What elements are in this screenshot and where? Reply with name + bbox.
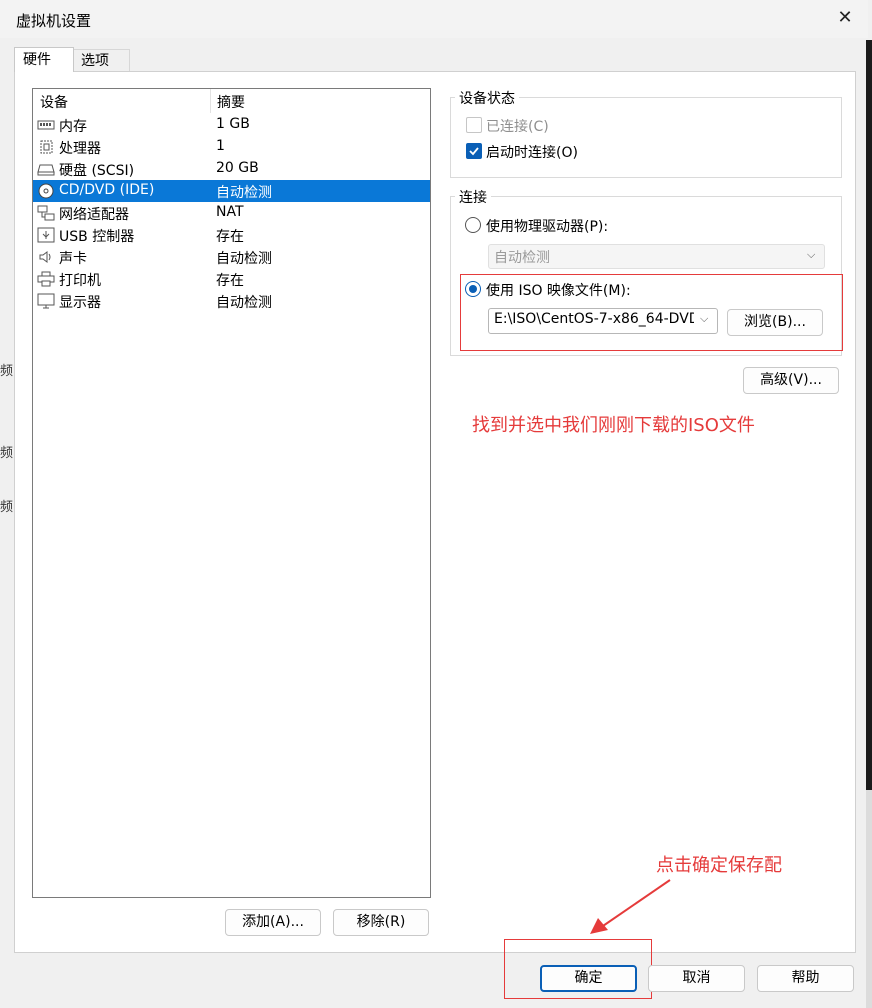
background-text-fragment: 频 — [0, 500, 14, 515]
device-summary: 1 GB — [216, 116, 250, 132]
device-row-usb-controller[interactable]: USB 控制器 存在 — [33, 224, 430, 246]
connection-title: 连接 — [455, 187, 491, 207]
background-window-edge — [866, 40, 872, 790]
column-header-device[interactable]: 设备 — [40, 92, 68, 112]
device-row-printer[interactable]: 打印机 存在 — [33, 268, 430, 290]
device-summary: 自动检测 — [216, 185, 272, 201]
connect-on-start-label: 启动时连接(O) — [486, 145, 578, 161]
check-icon — [469, 147, 479, 156]
background-window-edge-light — [866, 790, 872, 1008]
ok-button[interactable]: 确定 — [540, 965, 637, 992]
device-name: 内存 — [59, 119, 87, 135]
add-device-button[interactable]: 添加(A)... — [225, 909, 321, 936]
tab-hardware[interactable]: 硬件 — [14, 47, 74, 72]
network-adapter-icon — [37, 205, 55, 221]
device-row-hard-disk[interactable]: 硬盘 (SCSI) 20 GB — [33, 158, 430, 180]
annotation-arrow-icon — [590, 879, 671, 934]
device-list[interactable]: 设备 摘要 内存 1 GB 处理器 1 硬盘 (SCSI) 20 GB CD/D… — [32, 88, 431, 898]
device-summary: NAT — [216, 204, 244, 220]
close-icon[interactable]: ✕ — [833, 6, 857, 30]
advanced-button[interactable]: 高级(V)... — [743, 367, 839, 394]
help-button[interactable]: 帮助 — [757, 965, 854, 992]
device-summary: 自动检测 — [216, 251, 272, 267]
device-row-sound-card[interactable]: 声卡 自动检测 — [33, 246, 430, 268]
annotation-text: 找到并选中我们刚刚下载的ISO文件 — [472, 415, 755, 436]
title-bar — [0, 0, 868, 38]
tab-options[interactable]: 选项 — [72, 49, 130, 72]
device-name: 网络适配器 — [59, 207, 129, 223]
physical-drive-select[interactable]: 自动检测 ⌵ — [488, 244, 825, 269]
device-row-memory[interactable]: 内存 1 GB — [33, 114, 430, 136]
connected-label: 已连接(C) — [486, 119, 549, 135]
cd-dvd-icon — [38, 183, 54, 199]
device-row-monitor[interactable]: 显示器 自动检测 — [33, 290, 430, 312]
device-name: CD/DVD (IDE) — [59, 182, 155, 198]
device-summary: 20 GB — [216, 160, 259, 176]
annotation-highlight-box — [460, 274, 843, 351]
background-text-fragment: 频 — [0, 364, 14, 379]
printer-icon — [37, 271, 55, 287]
usb-icon — [37, 227, 55, 243]
monitor-icon — [37, 293, 55, 309]
device-list-header: 设备 摘要 — [33, 89, 430, 113]
physical-drive-radio[interactable] — [465, 217, 481, 233]
device-summary: 1 — [216, 138, 225, 154]
column-separator[interactable] — [210, 89, 211, 113]
chevron-down-icon: ⌵ — [807, 248, 816, 261]
cancel-button[interactable]: 取消 — [648, 965, 745, 992]
connect-on-start-checkbox[interactable] — [466, 143, 482, 159]
device-row-network-adapter[interactable]: 网络适配器 NAT — [33, 202, 430, 224]
device-name: 显示器 — [59, 295, 101, 311]
device-row-processor[interactable]: 处理器 1 — [33, 136, 430, 158]
device-name: 打印机 — [59, 273, 101, 289]
memory-icon — [37, 120, 55, 130]
processor-icon — [40, 140, 53, 154]
device-name: 声卡 — [59, 251, 87, 267]
connected-checkbox[interactable] — [466, 117, 482, 133]
device-name: 硬盘 (SCSI) — [59, 163, 135, 179]
device-row-cd-dvd[interactable]: CD/DVD (IDE) 自动检测 — [33, 180, 430, 202]
device-name: USB 控制器 — [59, 229, 135, 245]
background-text-fragment: 频 — [0, 446, 14, 461]
physical-drive-label: 使用物理驱动器(P): — [486, 219, 609, 235]
remove-device-button[interactable]: 移除(R) — [333, 909, 429, 936]
device-name: 处理器 — [59, 141, 101, 157]
device-status-group — [450, 97, 842, 178]
device-status-title: 设备状态 — [455, 88, 519, 108]
device-summary: 存在 — [216, 229, 244, 245]
device-summary: 存在 — [216, 273, 244, 289]
speaker-icon — [39, 251, 51, 263]
device-summary: 自动检测 — [216, 295, 272, 311]
hard-disk-icon — [37, 164, 55, 176]
window-title: 虚拟机设置 — [16, 12, 92, 30]
column-header-summary[interactable]: 摘要 — [217, 92, 245, 112]
physical-drive-value: 自动检测 — [494, 250, 550, 266]
